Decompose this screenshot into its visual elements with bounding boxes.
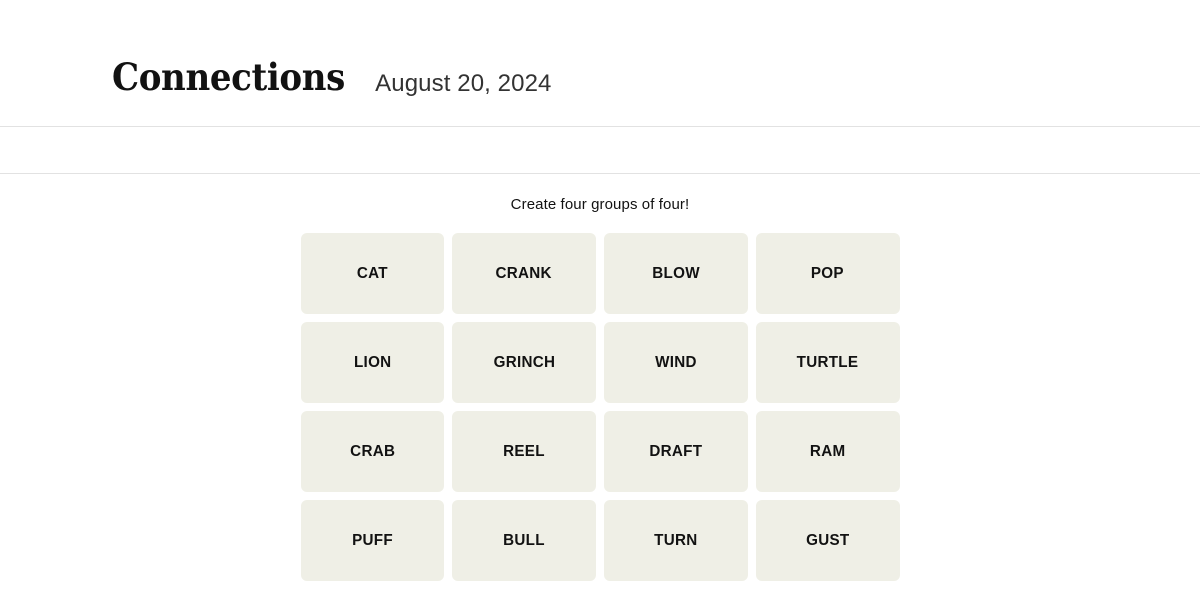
word-tile-label: BULL <box>503 531 545 549</box>
page-header: Connections August 20, 2024 <box>0 0 1200 126</box>
word-tile-label: POP <box>811 264 845 282</box>
word-tile-label: CRANK <box>495 264 553 282</box>
puzzle-date: August 20, 2024 <box>375 70 552 97</box>
word-tile[interactable]: GRINCH <box>452 322 596 403</box>
word-tile[interactable]: LION <box>300 322 445 403</box>
instruction-text: Create four groups of four! <box>510 196 690 213</box>
word-tile-label: TURN <box>654 531 698 549</box>
toolbar-strip <box>0 127 1200 173</box>
word-tile[interactable]: POP <box>755 233 900 314</box>
word-tile-label: REEL <box>503 442 545 460</box>
word-tile[interactable]: TURN <box>604 500 748 581</box>
page-title: Connections <box>112 55 345 99</box>
word-tile-label: RAM <box>809 442 846 460</box>
word-tile[interactable]: CAT <box>300 233 445 314</box>
game-board: Create four groups of four! CAT CRANK BL… <box>0 174 1200 581</box>
word-tile[interactable]: RAM <box>755 411 900 492</box>
word-tile[interactable]: BLOW <box>604 233 748 314</box>
word-tile[interactable]: CRANK <box>452 233 596 314</box>
word-tile-label: DRAFT <box>649 442 703 460</box>
word-tile-label: GUST <box>805 531 850 549</box>
word-tile-label: BLOW <box>652 264 700 282</box>
word-tile-label: PUFF <box>351 531 393 549</box>
word-tile[interactable]: PUFF <box>300 500 445 581</box>
word-tile[interactable]: CRAB <box>300 411 445 492</box>
word-tile[interactable]: REEL <box>452 411 596 492</box>
word-tile[interactable]: TURTLE <box>755 322 900 403</box>
word-tile[interactable]: BULL <box>452 500 596 581</box>
word-tile-label: CRAB <box>349 442 395 460</box>
word-tile-label: LION <box>353 353 392 371</box>
word-tile-label: GRINCH <box>493 353 555 371</box>
word-tile[interactable]: DRAFT <box>604 411 748 492</box>
word-tile-label: CAT <box>356 264 388 282</box>
word-grid: CAT CRANK BLOW POP LION GRINCH WIND TURT… <box>300 233 900 581</box>
word-tile[interactable]: WIND <box>604 322 748 403</box>
word-tile-label: WIND <box>655 353 697 371</box>
word-tile-label: TURTLE <box>796 353 859 371</box>
word-tile[interactable]: GUST <box>755 500 900 581</box>
